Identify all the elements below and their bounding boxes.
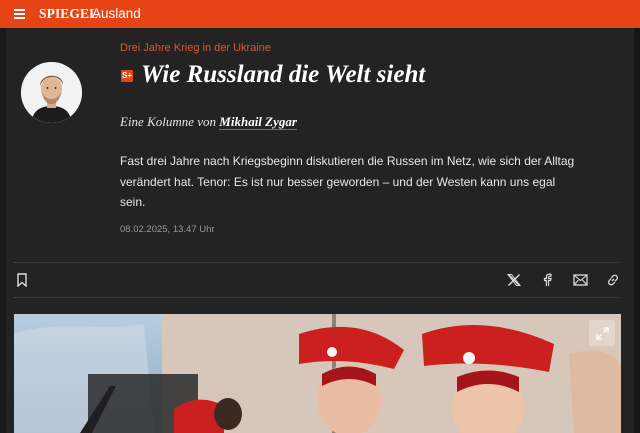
article-teaser: Fast drei Jahre nach Kriegsbeginn diskut…: [120, 154, 575, 209]
article-headline: Wie Russland die Welt sieht: [141, 61, 426, 88]
divider-bottom: [14, 297, 620, 298]
hamburger-menu-icon[interactable]: [14, 9, 25, 19]
facebook-share-icon[interactable]: [538, 271, 556, 289]
bookmark-icon[interactable]: [13, 271, 31, 289]
article-kicker[interactable]: Drei Jahre Krieg in der Ukraine: [120, 42, 271, 54]
email-share-icon[interactable]: [571, 271, 589, 289]
top-navigation-bar: SPIEGEL Ausland: [0, 0, 640, 28]
section-title[interactable]: Ausland: [92, 6, 141, 21]
spiegel-plus-badge: S+: [121, 70, 133, 82]
scrollbar[interactable]: [634, 28, 640, 433]
author-avatar[interactable]: [21, 62, 82, 123]
divider-top: [14, 262, 620, 263]
byline: Eine Kolumne von Mikhail Zygar: [120, 114, 297, 130]
publish-date: 08.02.2025, 13.47 Uhr: [120, 224, 215, 235]
hero-image[interactable]: [14, 314, 621, 433]
byline-prefix: Eine Kolumne von: [120, 114, 217, 129]
x-share-icon[interactable]: [505, 271, 523, 289]
expand-image-icon[interactable]: [589, 320, 615, 346]
spiegel-logo[interactable]: SPIEGEL: [39, 6, 98, 22]
copy-link-icon[interactable]: [604, 271, 622, 289]
author-link[interactable]: Mikhail Zygar: [219, 114, 297, 130]
